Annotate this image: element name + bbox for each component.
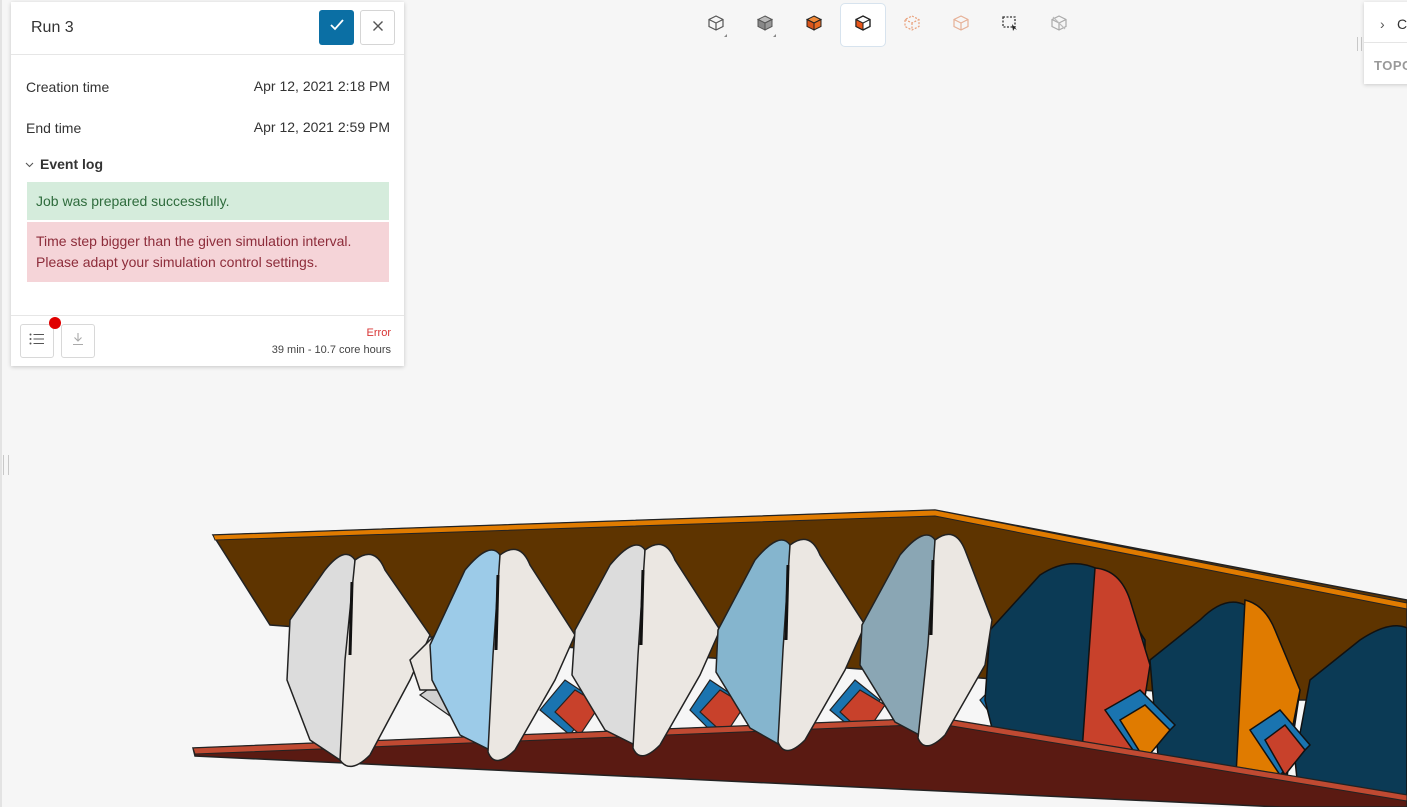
box-select-button[interactable] bbox=[988, 4, 1032, 46]
event-success-text: Job was prepared successfully. bbox=[36, 192, 230, 209]
solid-view-icon bbox=[756, 14, 774, 37]
close-button[interactable] bbox=[360, 10, 395, 45]
solid-view-button[interactable] bbox=[743, 4, 787, 46]
right-panel-title: C bbox=[1397, 16, 1407, 32]
right-resize-handle[interactable] bbox=[1357, 37, 1362, 51]
left-resize-handle[interactable] bbox=[3, 455, 9, 475]
select-point-button[interactable] bbox=[939, 4, 983, 46]
card-header: Run 3 bbox=[11, 2, 404, 55]
run-title: Run 3 bbox=[31, 19, 74, 36]
confirm-button[interactable] bbox=[319, 10, 354, 45]
end-time-value: Apr 12, 2021 2:59 PM bbox=[253, 119, 390, 135]
chevron-down-icon bbox=[25, 155, 34, 173]
end-time-label: End time bbox=[26, 120, 82, 136]
event-log-label: Event log bbox=[40, 156, 104, 172]
hide-geometry-button[interactable] bbox=[1037, 4, 1081, 46]
creation-time-label: Creation time bbox=[26, 79, 110, 95]
viewer-toolbar bbox=[694, 4, 1081, 46]
box-select-icon bbox=[1001, 14, 1019, 37]
event-list-button[interactable] bbox=[20, 324, 54, 358]
select-face-icon bbox=[854, 14, 872, 37]
event-log-toggle[interactable]: Event log bbox=[25, 155, 103, 173]
check-icon bbox=[329, 18, 345, 37]
notification-dot bbox=[49, 317, 61, 329]
event-error: Time step bigger than the given simulati… bbox=[27, 222, 389, 282]
select-body-button[interactable] bbox=[792, 4, 836, 46]
select-point-icon bbox=[952, 14, 970, 37]
download-icon bbox=[72, 332, 84, 351]
hide-geometry-icon bbox=[1050, 14, 1068, 37]
card-footer: Error 39 min - 10.7 core hours bbox=[11, 315, 404, 367]
right-panel: › C TOPO bbox=[1364, 2, 1407, 84]
run-status: Error bbox=[366, 327, 391, 339]
run-usage: 39 min - 10.7 core hours bbox=[271, 344, 391, 356]
expand-chevron-icon[interactable]: › bbox=[1380, 16, 1385, 32]
perspective-button[interactable] bbox=[694, 4, 738, 46]
select-edge-button[interactable] bbox=[890, 4, 934, 46]
close-icon bbox=[372, 19, 384, 37]
creation-time-value: Apr 12, 2021 2:18 PM bbox=[253, 78, 390, 94]
event-error-line-1: Time step bigger than the given simulati… bbox=[36, 233, 352, 249]
perspective-icon bbox=[707, 14, 725, 37]
right-panel-divider bbox=[1364, 42, 1407, 43]
event-error-line-2: Please adapt your simulation control set… bbox=[36, 254, 318, 270]
select-edge-icon bbox=[903, 14, 921, 37]
left-edge bbox=[0, 0, 2, 807]
list-icon bbox=[29, 332, 45, 350]
event-success: Job was prepared successfully. bbox=[27, 182, 389, 220]
right-panel-section[interactable]: TOPO bbox=[1374, 58, 1407, 73]
select-body-icon bbox=[805, 14, 823, 37]
select-face-button[interactable] bbox=[841, 4, 885, 46]
run-details-card: Run 3 Creation time Apr 12, 2021 2:18 PM… bbox=[11, 2, 404, 366]
download-button[interactable] bbox=[61, 324, 95, 358]
